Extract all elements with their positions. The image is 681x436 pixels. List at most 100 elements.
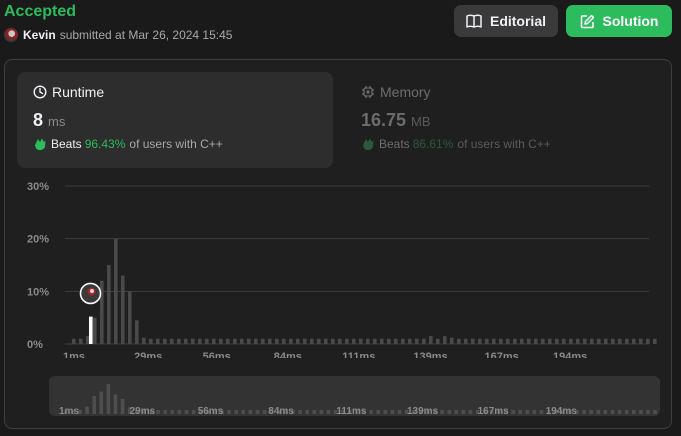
editorial-button[interactable]: Editorial <box>454 5 558 37</box>
x-tick-label: 167ms <box>484 351 518 358</box>
mini-bar <box>468 410 473 414</box>
mini-bar <box>85 406 89 414</box>
mini-bar <box>376 410 380 414</box>
histogram-bar <box>408 338 412 344</box>
histogram-bar <box>422 338 426 344</box>
clock-icon <box>33 85 47 99</box>
histogram-bar <box>576 338 580 344</box>
histogram-bar <box>394 338 398 344</box>
histogram-bar <box>646 338 650 344</box>
histogram-bar <box>632 338 636 344</box>
histogram-bar <box>296 338 300 344</box>
histogram-bar <box>219 338 223 344</box>
mini-bar <box>227 410 231 414</box>
histogram-bar <box>653 338 657 344</box>
x-tick-label: 139ms <box>413 351 447 358</box>
clap-icon <box>363 138 374 151</box>
histogram-bar <box>541 338 545 344</box>
y-tick-label: 0% <box>27 339 43 351</box>
histogram-bar <box>583 338 587 344</box>
histogram-bar <box>121 275 125 344</box>
mini-bar <box>632 410 636 414</box>
histogram-bar <box>478 338 482 344</box>
histogram-bar <box>366 338 370 344</box>
histogram-bar <box>443 336 447 344</box>
histogram-bar <box>373 338 377 344</box>
x-tick-label: 1ms <box>63 351 85 358</box>
histogram-bar <box>156 338 160 344</box>
memory-beats-suffix: of users with C++ <box>457 137 551 151</box>
submission-meta: Kevin submitted at Mar 26, 2024 15:45 <box>4 28 232 42</box>
mini-bar <box>234 410 238 414</box>
histogram-bar <box>387 338 391 344</box>
mini-bar <box>539 410 544 414</box>
x-tick-label: 111ms <box>342 351 375 358</box>
mini-bar <box>191 410 196 414</box>
histogram-bar <box>492 338 496 344</box>
mini-bar <box>461 410 466 414</box>
histogram-bar <box>352 338 356 344</box>
mini-distribution-chart[interactable]: 1ms 29ms 56ms 84ms 111ms 139ms 167ms 194ms <box>49 376 660 416</box>
username[interactable]: Kevin <box>23 28 56 42</box>
memory-card[interactable]: Memory 16.75 MB Beats 86.61% of users wi… <box>345 72 661 168</box>
histogram-bar <box>268 338 272 344</box>
mini-x-tick-label: 56ms <box>198 406 224 416</box>
histogram-bar <box>464 338 468 344</box>
histogram-bar <box>604 338 608 344</box>
histogram-bar <box>471 338 475 344</box>
histogram-bar <box>191 338 195 344</box>
histogram-bar <box>527 338 531 344</box>
histogram-bar <box>590 338 594 344</box>
memory-unit: MB <box>411 114 431 129</box>
mini-bar <box>646 410 650 414</box>
mini-bar <box>326 410 331 414</box>
runtime-beats-percent: 96.43% <box>84 137 126 151</box>
histogram-bar <box>429 336 433 344</box>
histogram-bar <box>639 338 643 344</box>
mini-bar <box>241 410 246 414</box>
mini-bar <box>163 410 167 414</box>
mini-bar <box>454 410 459 414</box>
mini-bar <box>262 410 267 414</box>
histogram-bar <box>324 338 328 344</box>
submission-status: Accepted <box>4 3 77 20</box>
mini-bar <box>624 410 629 414</box>
mini-bar <box>589 410 593 414</box>
histogram-bar <box>485 338 489 344</box>
mini-bar <box>298 410 302 414</box>
histogram-bar <box>212 338 216 344</box>
x-tick-label: 194ms <box>553 351 587 358</box>
histogram-bar <box>205 338 209 344</box>
histogram-bar <box>317 338 321 344</box>
histogram-bar <box>79 338 83 344</box>
mini-x-tick-label: 29ms <box>130 406 156 416</box>
mini-bar <box>390 410 395 414</box>
histogram-bar <box>93 317 97 344</box>
histogram-bar <box>555 338 559 344</box>
histogram-bar <box>198 338 202 344</box>
histogram-bar <box>506 338 510 344</box>
user-avatar-marker-highlight <box>90 288 94 293</box>
histogram-bar <box>562 338 566 344</box>
runtime-beats-suffix: of users with C++ <box>129 137 223 151</box>
solution-button[interactable]: Solution <box>566 5 672 37</box>
histogram-bar <box>303 338 307 344</box>
mini-bar <box>582 410 586 414</box>
runtime-card[interactable]: Runtime 8 ms Beats 96.43% of users with … <box>17 72 333 168</box>
histogram-bar <box>597 338 601 344</box>
y-tick-label: 20% <box>27 234 49 246</box>
mini-bar <box>639 410 643 414</box>
runtime-distribution-chart[interactable]: 0% 10% 20% 30% 1ms 29ms 56ms 84ms 111ms 139ms 167m… <box>5 178 673 358</box>
mini-bar <box>255 410 260 414</box>
mini-bar <box>617 410 622 414</box>
histogram-bar <box>611 338 615 344</box>
chart-range-navigator[interactable]: 1ms 29ms 56ms 84ms 111ms 139ms 167ms 194ms <box>49 376 660 416</box>
mini-bar <box>447 410 451 414</box>
histogram-bar <box>282 338 286 344</box>
histogram-bar <box>457 338 461 344</box>
histogram-bar <box>520 338 524 344</box>
mini-bar <box>120 399 125 414</box>
mini-bar <box>525 410 530 414</box>
histogram-bar <box>625 338 629 344</box>
avatar[interactable] <box>4 28 18 42</box>
